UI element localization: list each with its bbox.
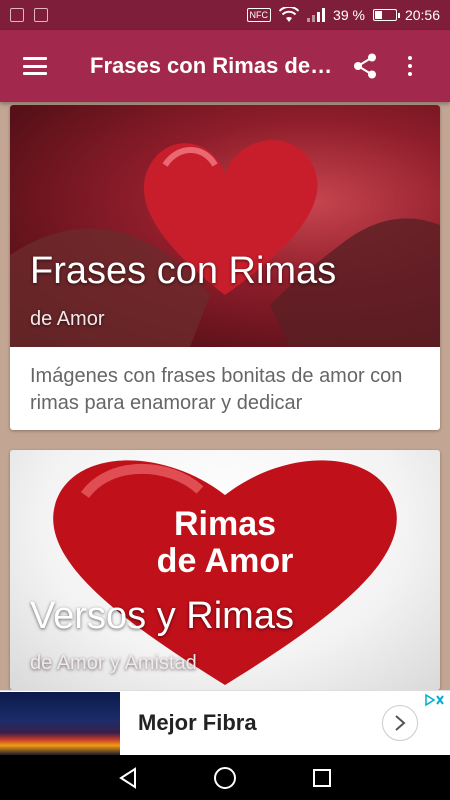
chevron-right-icon <box>395 715 406 731</box>
card-subtitle: de Amor y Amistad <box>30 652 197 674</box>
ad-open-button[interactable] <box>382 705 418 741</box>
category-card-versos[interactable]: Rimas de Amor Versos y Rimas de Amor y A… <box>10 450 440 690</box>
back-triangle-icon <box>119 766 137 789</box>
card-title: Frases con Rimas <box>30 250 337 292</box>
more-options-button[interactable] <box>390 30 430 102</box>
card-subtitle: de Amor <box>30 308 105 330</box>
recents-button[interactable] <box>302 758 342 798</box>
menu-button[interactable] <box>0 30 70 102</box>
ad-thumbnail[interactable] <box>0 691 120 755</box>
app-notification-icon <box>34 8 48 22</box>
hamburger-icon <box>23 57 47 75</box>
page-title: Frases con Rimas de Amor <box>90 53 335 78</box>
card-image: Rimas de Amor Versos y Rimas de Amor y A… <box>10 450 440 690</box>
gallery-notification-icon <box>10 8 24 22</box>
app-bar: Frases con Rimas de Amor <box>0 30 450 102</box>
clock: 20:56 <box>404 7 440 23</box>
share-icon <box>354 53 376 79</box>
more-vert-icon <box>408 56 412 76</box>
battery-icon <box>372 9 400 21</box>
card-title: Versos y Rimas <box>30 595 294 637</box>
ad-choices-icon[interactable] <box>424 693 446 707</box>
home-circle-icon <box>213 766 236 789</box>
share-button[interactable] <box>340 30 390 102</box>
category-card-frases[interactable]: Frases con Rimas de Amor Imágenes con fr… <box>10 105 440 430</box>
ad-headline[interactable]: Mejor Fibra <box>138 710 257 736</box>
recents-square-icon <box>312 768 331 787</box>
nfc-icon: NFC <box>246 8 272 22</box>
card-image: Frases con Rimas de Amor <box>10 105 440 347</box>
home-button[interactable] <box>205 758 245 798</box>
heart-logo-text: de Amor <box>157 542 294 580</box>
status-bar: NFC 39 % 20:56 <box>0 0 450 30</box>
system-indicators: NFC 39 % 20:56 <box>246 7 440 23</box>
cell-signal-icon <box>307 8 326 22</box>
notification-icons <box>10 8 48 22</box>
heart-logo-text: Rimas <box>174 505 276 543</box>
wifi-icon <box>279 7 300 22</box>
card-description: Imágenes con frases bonitas de amor con … <box>30 365 403 414</box>
battery-percent: 39 % <box>333 7 365 23</box>
system-nav-bar <box>0 755 450 800</box>
ad-banner[interactable]: Mejor Fibra <box>0 690 450 755</box>
back-button[interactable] <box>108 758 148 798</box>
